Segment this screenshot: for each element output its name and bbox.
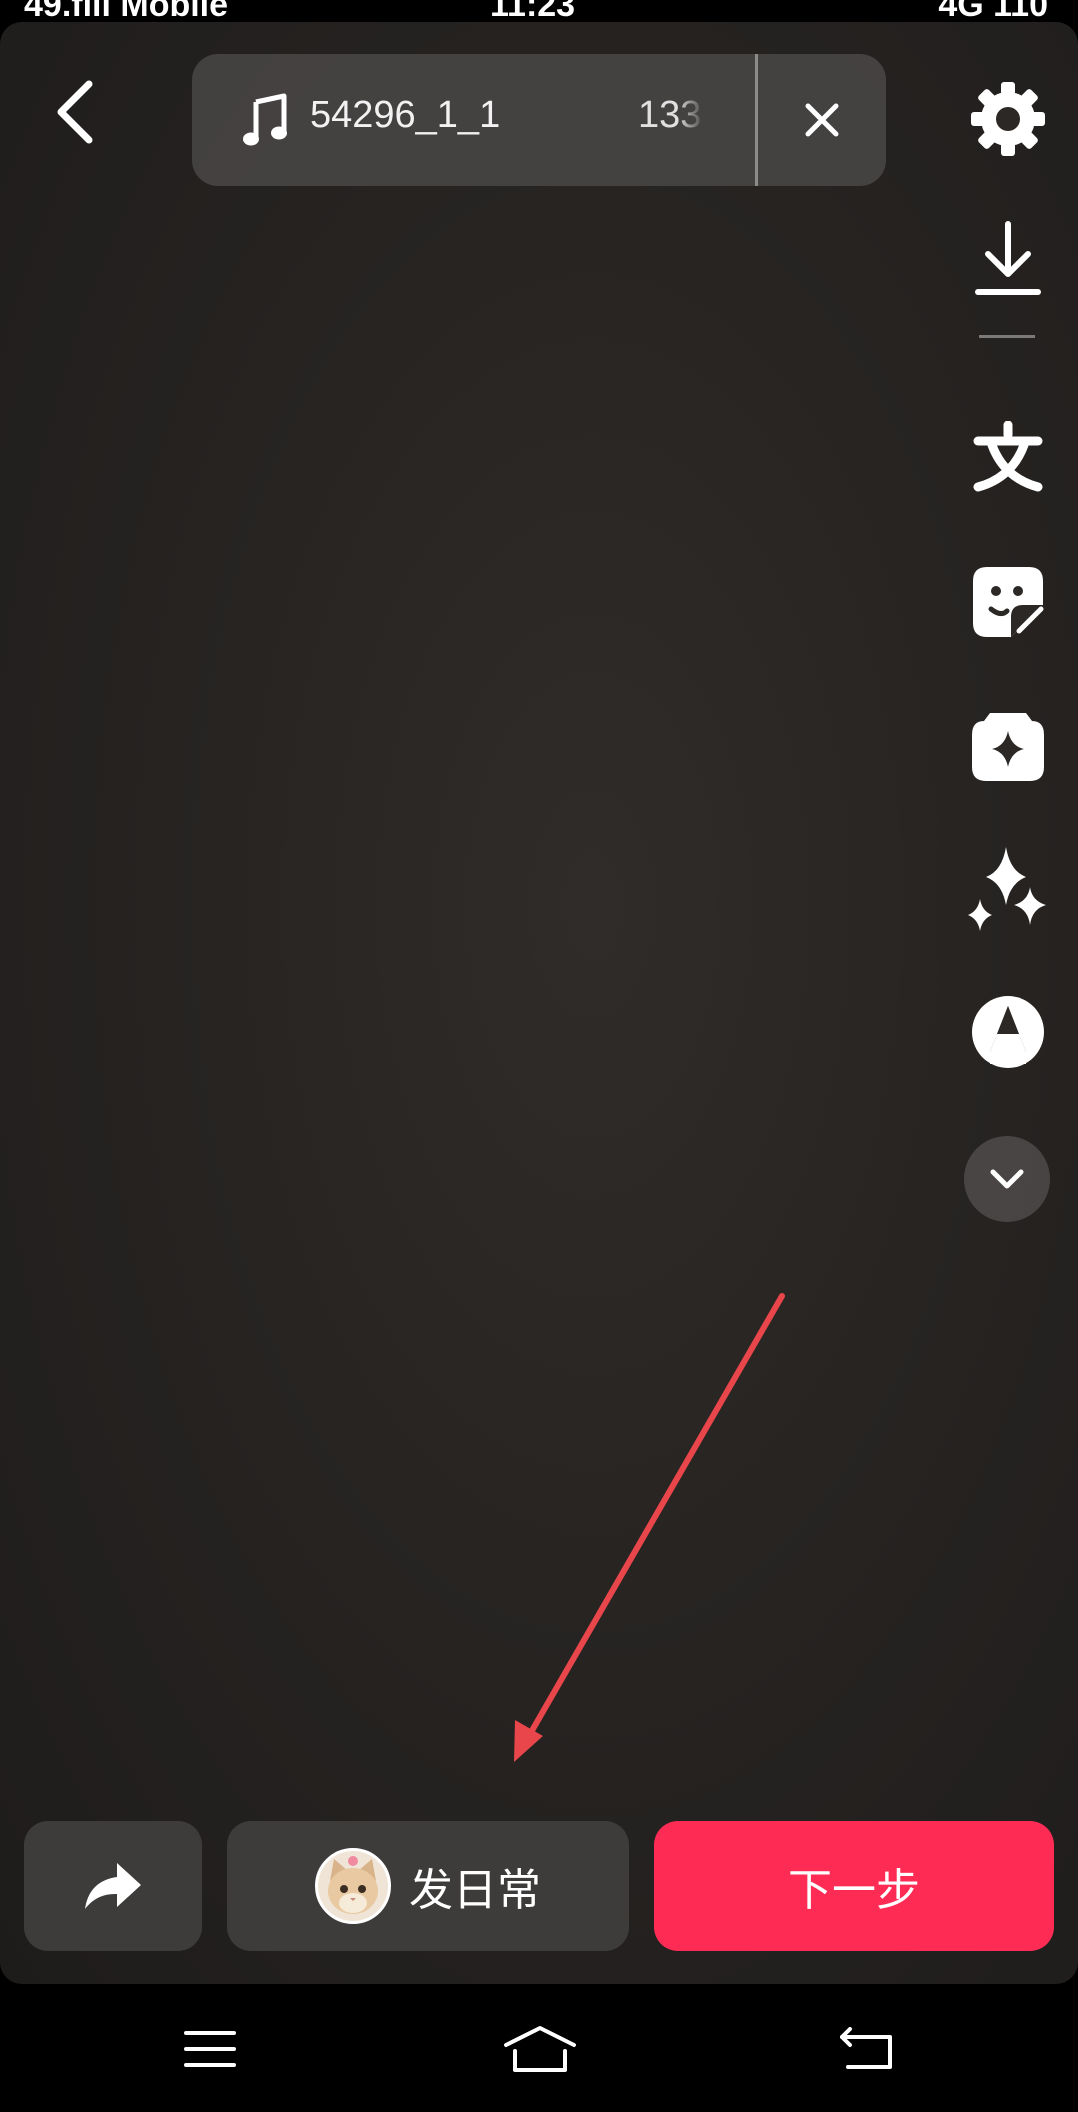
gear-icon xyxy=(971,82,1045,156)
menu-icon xyxy=(184,2031,236,2067)
video-preview[interactable]: 54296_1_1 133 发日常 下一步 xyxy=(0,22,1078,1984)
share-arrow-icon xyxy=(85,1863,141,1909)
back-nav-button[interactable] xyxy=(818,2004,918,2094)
music-selector[interactable]: 54296_1_1 133 xyxy=(192,54,886,186)
status-time: 11:23 xyxy=(490,0,576,22)
tools-divider xyxy=(979,335,1035,338)
chevron-left-icon xyxy=(57,80,93,144)
chevron-down-icon xyxy=(990,1169,1024,1189)
share-button[interactable] xyxy=(24,1821,202,1951)
home-icon xyxy=(504,2026,576,2072)
system-nav-bar xyxy=(0,1984,1078,2112)
remove-music-button[interactable] xyxy=(758,54,886,186)
back-icon xyxy=(840,2027,892,2069)
next-step-label: 下一步 xyxy=(788,1866,920,1915)
download-button[interactable] xyxy=(960,212,1056,308)
editor-screen: 49.fill Mobile 11:23 4G 110 54296_1_1 13… xyxy=(0,0,1078,2112)
sticker-tool-button[interactable] xyxy=(960,554,1056,650)
ai-effects-button[interactable] xyxy=(960,840,1056,936)
cat-avatar-icon xyxy=(318,1851,388,1921)
filter-icon xyxy=(972,996,1044,1068)
status-carrier: 49.fill Mobile xyxy=(24,0,229,22)
music-artist: 133 xyxy=(638,94,702,136)
next-step-button[interactable]: 下一步 xyxy=(654,1821,1054,1951)
effects-tool-button[interactable] xyxy=(960,698,1056,794)
sticker-icon xyxy=(973,567,1044,637)
status-indicators: 4G 110 xyxy=(938,0,1048,22)
post-daily-label: 发日常 xyxy=(409,1866,541,1915)
sparkle-icon xyxy=(968,847,1046,931)
more-tools-button[interactable] xyxy=(964,1136,1050,1222)
avatar xyxy=(315,1848,391,1924)
recent-apps-button[interactable] xyxy=(160,2004,260,2094)
music-title: 54296_1_1 xyxy=(310,94,500,136)
close-icon xyxy=(805,103,839,137)
text-icon xyxy=(973,421,1043,492)
settings-button[interactable] xyxy=(960,71,1056,167)
download-icon xyxy=(975,221,1041,295)
back-button[interactable] xyxy=(40,62,110,162)
effects-icon xyxy=(972,713,1044,781)
home-button[interactable] xyxy=(490,2004,590,2094)
post-daily-button[interactable]: 发日常 xyxy=(227,1821,629,1951)
status-bar: 49.fill Mobile 11:23 4G 110 xyxy=(0,0,1078,22)
music-note-icon xyxy=(243,93,287,146)
text-tool-button[interactable] xyxy=(960,409,1056,505)
filter-tool-button[interactable] xyxy=(960,984,1056,1080)
annotation-arrow xyxy=(514,1293,785,1762)
